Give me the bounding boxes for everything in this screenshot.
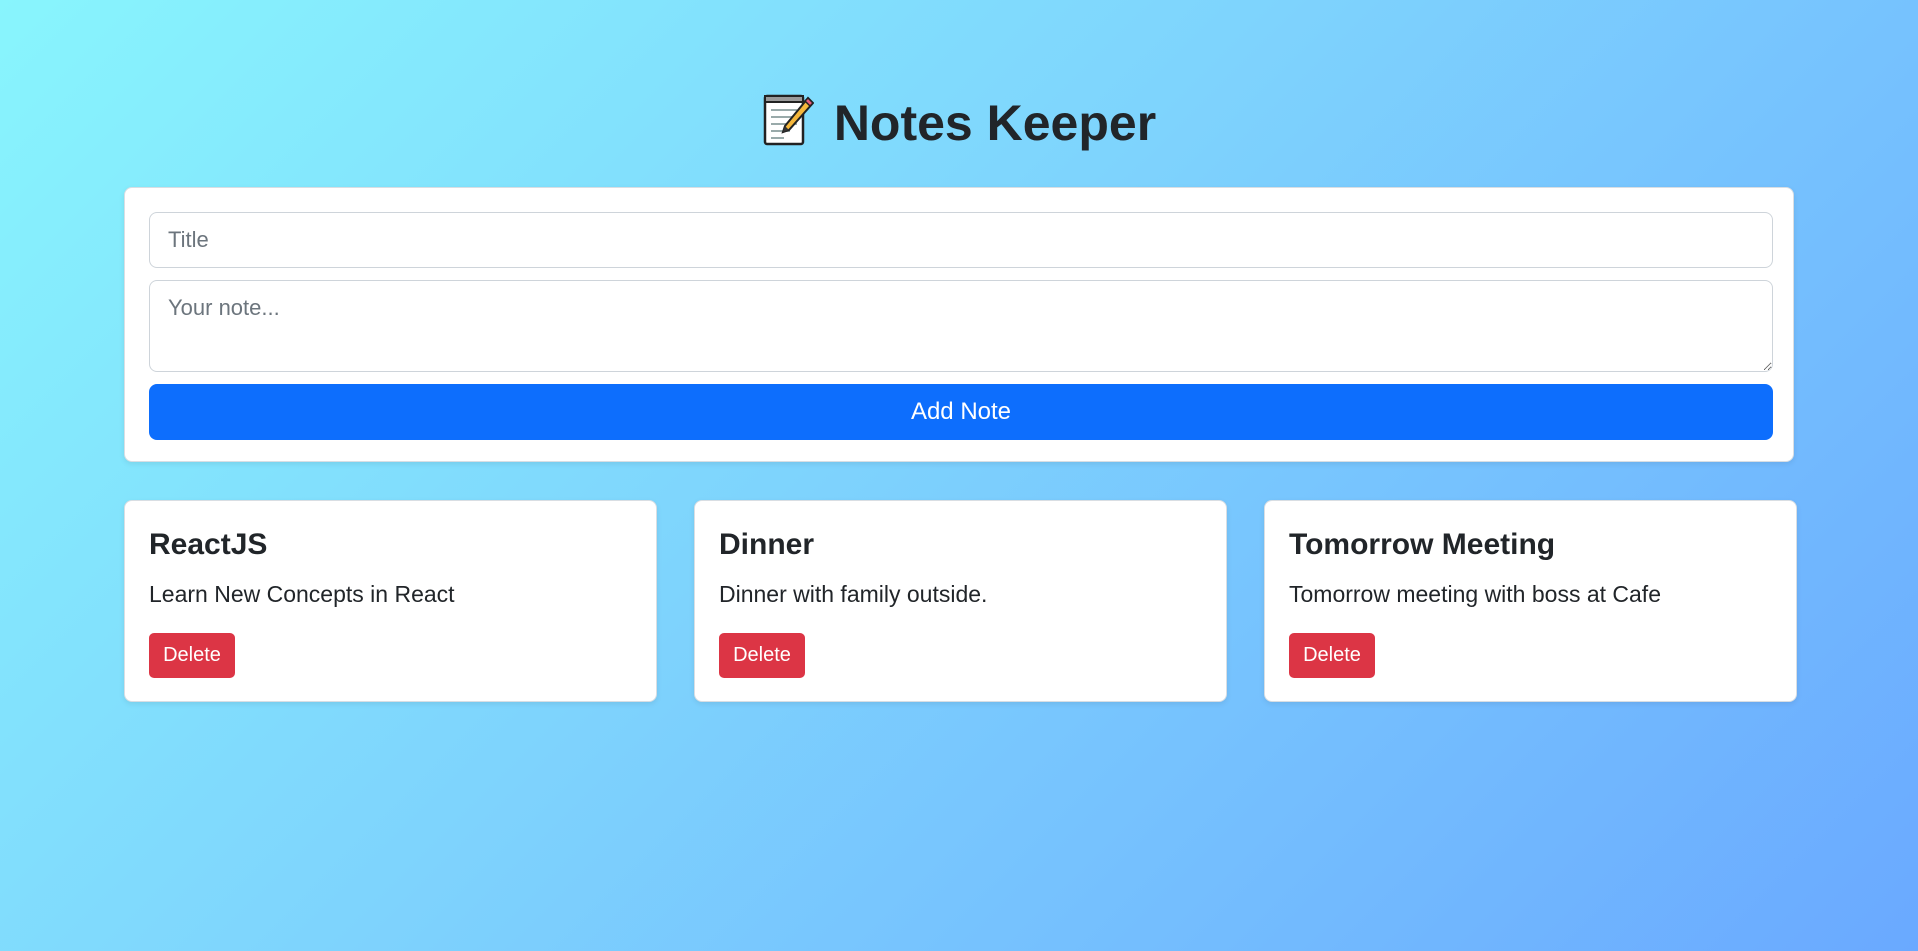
note-title: Tomorrow Meeting — [1289, 528, 1556, 561]
note-textarea[interactable] — [149, 280, 1773, 372]
delete-button[interactable]: Delete — [149, 633, 235, 678]
note-text: Dinner with family outside. — [719, 581, 988, 607]
app-title-text: Notes Keeper — [833, 95, 1157, 151]
delete-button[interactable]: Delete — [1289, 633, 1375, 678]
note-text: Tomorrow meeting with boss at Cafe — [1289, 581, 1661, 607]
note-card: Tomorrow Meeting Tomorrow meeting with b… — [1264, 500, 1797, 702]
note-form-card: Add Note — [124, 187, 1794, 462]
note-text: Learn New Concepts in React — [149, 581, 455, 607]
note-title: Dinner — [719, 528, 815, 561]
note-title: ReactJS — [149, 528, 268, 561]
note-card: ReactJS Learn New Concepts in React Dele… — [124, 500, 657, 702]
notes-list: ReactJS Learn New Concepts in React Dele… — [124, 500, 1797, 702]
title-input[interactable] — [149, 212, 1773, 268]
page-title: Notes Keeper — [0, 88, 1918, 158]
delete-button[interactable]: Delete — [719, 633, 805, 678]
notepad-pencil-icon — [762, 90, 815, 148]
note-card: Dinner Dinner with family outside. Delet… — [694, 500, 1227, 702]
add-note-button[interactable]: Add Note — [149, 384, 1773, 440]
